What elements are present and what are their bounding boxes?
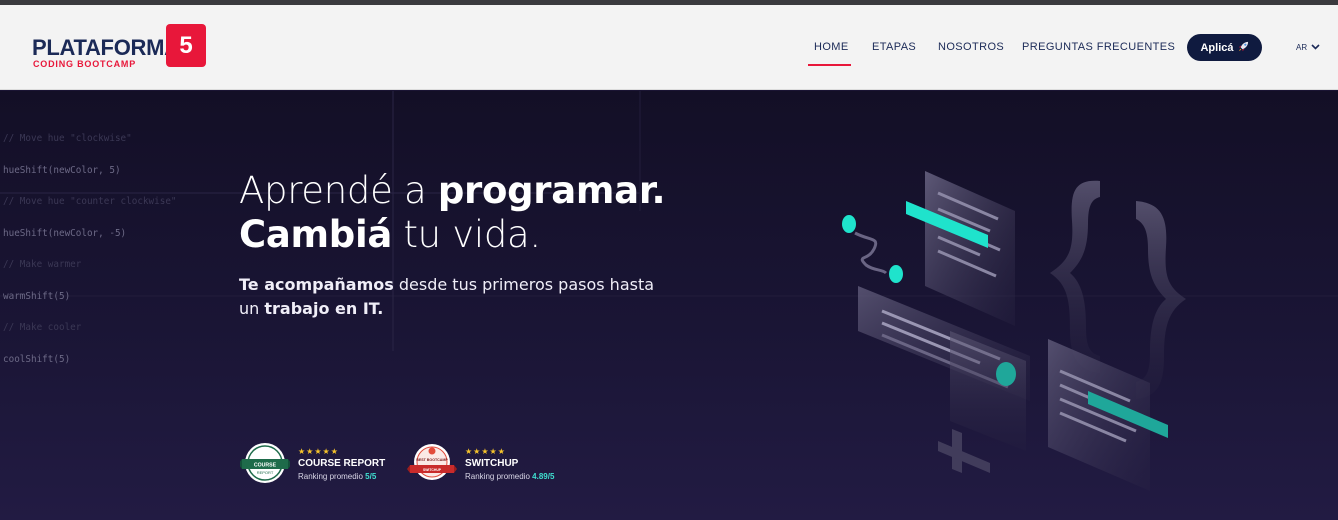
badge-info: ★★★★★ SWITCHUP Ranking promedio 4.89/5 <box>465 447 554 483</box>
hero-section: // Move hue "clockwise" hueShift(newColo… <box>0 91 1338 520</box>
nav-item-nosotros[interactable]: NOSOTROS <box>938 41 1004 53</box>
ranking-label: Ranking promedio <box>298 472 366 481</box>
apply-button-label: Aplicá <box>1200 41 1234 54</box>
code-line: // Move hue "counter clockwise" <box>3 196 177 207</box>
logo-tagline: CODING BOOTCAMP <box>33 59 136 69</box>
subtitle-text: un <box>239 299 265 318</box>
badge-title: COURSE REPORT <box>298 458 386 469</box>
language-selector[interactable]: AR <box>1296 43 1320 52</box>
code-line: warmShift(5) <box>3 290 71 302</box>
course-report-badge[interactable]: COURSE REPORT ★★★★★ COURSE REPORT Rankin… <box>238 441 385 490</box>
svg-text:BEST BOOTCAMP: BEST BOOTCAMP <box>416 458 448 462</box>
badge-title: SWITCHUP <box>465 458 519 469</box>
rocket-icon <box>1238 41 1249 55</box>
badge-ranking: Ranking promedio 4.89/5 <box>465 471 554 483</box>
code-line: coolShift(5) <box>3 353 71 365</box>
subtitle-emphasis: trabajo en IT. <box>264 299 384 318</box>
course-report-seal-icon: COURSE REPORT <box>238 441 292 490</box>
plus-icon <box>938 429 990 473</box>
subtitle-text: desde tus primeros pasos hasta <box>393 275 655 294</box>
hero-subtitle: Te acompañamos desde tus primeros pasos … <box>239 273 654 321</box>
code-line: hueShift(newColor, 5) <box>3 164 121 176</box>
code-line: // Make warmer <box>3 259 82 270</box>
five-stars-icon: ★★★★★ <box>298 447 339 456</box>
logo-number-badge: 5 <box>166 24 206 67</box>
code-line: // Make cooler <box>3 322 82 333</box>
badge-info: ★★★★★ COURSE REPORT Ranking promedio 5/5 <box>298 447 385 483</box>
language-label: AR <box>1296 43 1308 52</box>
badge-ranking: Ranking promedio 5/5 <box>298 471 385 483</box>
headline-text: tu vida. <box>392 213 541 256</box>
ranking-value: 5/5 <box>365 472 377 481</box>
nav-item-home[interactable]: HOME <box>814 41 849 53</box>
switchup-award-icon: BEST BOOTCAMP SWITCHUP <box>407 441 457 490</box>
svg-text:REPORT: REPORT <box>257 470 274 475</box>
nav-active-indicator <box>808 64 851 66</box>
code-line: hueShift(newColor, -5) <box>3 227 127 239</box>
background-code-snippet: // Move hue "clockwise" hueShift(newColo… <box>3 113 177 386</box>
five-stars-icon: ★★★★★ <box>465 447 506 456</box>
document-panel-icon <box>925 171 1015 326</box>
headline-emphasis: programar. <box>437 169 666 212</box>
code-line: // Move hue "clockwise" <box>3 133 132 144</box>
svg-text:SWITCHUP: SWITCHUP <box>423 468 442 472</box>
hero-headline: Aprendé a programar. Cambiá tu vida. <box>239 169 666 257</box>
nav-item-preguntas-frecuentes[interactable]: PREGUNTAS FRECUENTES <box>1022 41 1175 53</box>
apply-button[interactable]: Aplicá <box>1187 34 1262 61</box>
switchup-badge[interactable]: BEST BOOTCAMP SWITCHUP ★★★★★ SWITCHUP Ra… <box>407 443 554 487</box>
ranking-value: 4.89/5 <box>532 472 555 481</box>
squiggle-connector-icon <box>842 215 903 283</box>
svg-text:COURSE: COURSE <box>254 462 277 468</box>
ranking-label: Ranking promedio <box>465 472 533 481</box>
nav-item-etapas[interactable]: ETAPAS <box>872 41 916 53</box>
code-illustration <box>842 171 1186 491</box>
brand-logo[interactable]: PLATAFORMA CODING BOOTCAMP 5 <box>32 23 212 75</box>
headline-emphasis: Cambiá <box>239 213 393 256</box>
chevron-down-icon <box>1311 43 1320 52</box>
logo-title: PLATAFORMA <box>32 35 180 60</box>
navbar: PLATAFORMA CODING BOOTCAMP 5 HOME ETAPAS… <box>0 5 1338 90</box>
subtitle-emphasis: Te acompañamos <box>239 275 394 294</box>
headline-text: Aprendé a <box>239 169 438 212</box>
